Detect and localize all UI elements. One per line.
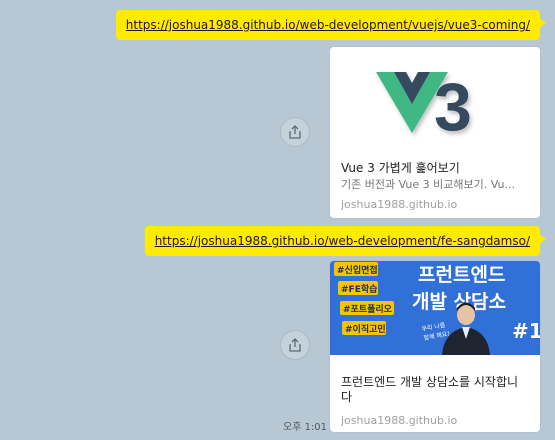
preview-title-1: Vue 3 가볍게 훑어보기 (341, 161, 460, 175)
image-tag-3: #포트폴리오 (343, 303, 393, 315)
preview-description-1: 기존 버전과 Vue 3 비교해보기. Vu... (341, 178, 515, 191)
link-preview-card-1[interactable]: 3 Vue 3 가볍게 훑어보기 기존 버전과 Vue 3 비교해보기. Vu.… (330, 47, 540, 218)
share-button-1[interactable] (280, 117, 310, 147)
link-message-bubble-1[interactable]: https://joshua1988.github.io/web-develop… (115, 10, 547, 40)
image-headline-1: 프런트엔드 (418, 264, 505, 286)
preview-domain-2: joshua1988.github.io (341, 414, 458, 427)
link-message-bubble-2[interactable]: https://joshua1988.github.io/web-develop… (144, 226, 547, 256)
preview-domain-1: joshua1988.github.io (341, 198, 458, 211)
link-text-1[interactable]: https://joshua1988.github.io/web-develop… (126, 18, 530, 32)
image-number: #1 (512, 319, 540, 343)
fe-sangdamso-preview-image: #신입면접 #FE학습 #포트폴리오 #이직고민 프런트엔드 개발 상담소 #1… (330, 261, 540, 355)
share-icon (289, 125, 301, 139)
image-tag-4: #이직고민 (345, 323, 386, 335)
image-tag-2: #FE학습 (341, 283, 377, 295)
svg-text:3: 3 (434, 69, 472, 145)
image-tag-1: #신입면접 (337, 264, 378, 276)
link-text-2[interactable]: https://joshua1988.github.io/web-develop… (155, 234, 530, 248)
share-icon (289, 338, 301, 352)
vue3-preview-image: 3 (330, 47, 540, 152)
message-timestamp: 오후 1:01 (283, 422, 328, 433)
link-preview-card-2[interactable]: #신입면접 #FE학습 #포트폴리오 #이직고민 프런트엔드 개발 상담소 #1… (330, 261, 540, 432)
share-button-2[interactable] (280, 330, 310, 360)
preview-title-2: 프런트엔드 개발 상담소를 시작합니다 (341, 375, 519, 404)
